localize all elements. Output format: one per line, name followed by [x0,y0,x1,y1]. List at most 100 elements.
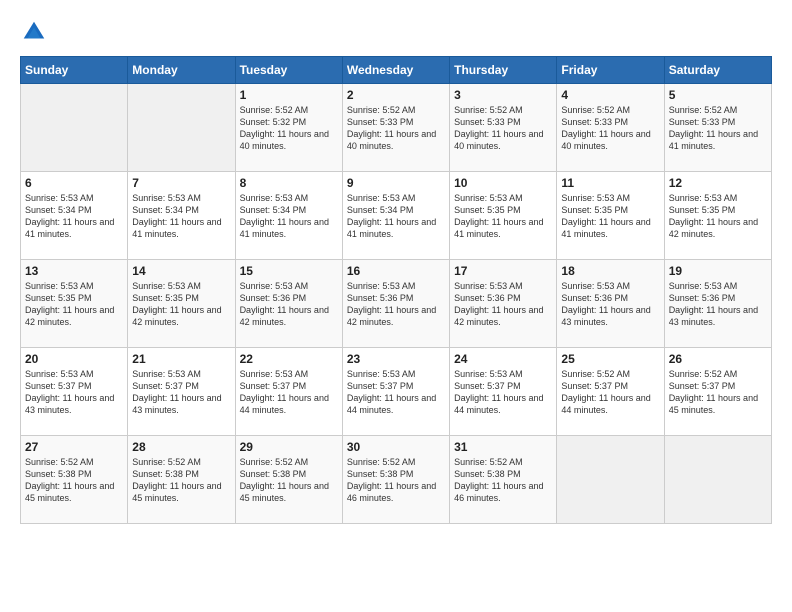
day-number: 27 [25,440,123,454]
header [20,18,772,46]
day-number: 4 [561,88,659,102]
calendar-cell: 14 Sunrise: 5:53 AM Sunset: 5:35 PM Dayli… [128,260,235,348]
calendar-cell: 24Sunrise: 5:53 AM Sunset: 5:37 PM Dayli… [450,348,557,436]
cell-details: Sunrise: 5:52 AM Sunset: 5:33 PM Dayligh… [561,104,659,153]
day-number: 15 [240,264,338,278]
cell-details: Sunrise: 5:53 AM Sunset: 5:37 PM Dayligh… [347,368,445,417]
day-number: 19 [669,264,767,278]
cell-details: Sunrise: 5:53 AM Sunset: 5:36 PM Dayligh… [347,280,445,329]
calendar-cell [557,436,664,524]
calendar-cell: 4 Sunrise: 5:52 AM Sunset: 5:33 PM Daylig… [557,84,664,172]
weekday-header: Tuesday [235,57,342,84]
calendar-cell: 26 Sunrise: 5:52 AM Sunset: 5:37 PM Dayli… [664,348,771,436]
logo [20,18,52,46]
day-number: 16 [347,264,445,278]
calendar-cell [664,436,771,524]
logo-icon [20,18,48,46]
calendar-cell: 21 Sunrise: 5:53 AM Sunset: 5:37 PM Dayli… [128,348,235,436]
day-number: 21 [132,352,230,366]
calendar-cell: 31 Sunrise: 5:52 AM Sunset: 5:38 PM Dayli… [450,436,557,524]
day-number: 20 [25,352,123,366]
calendar-cell: 5 Sunrise: 5:52 AM Sunset: 5:33 PM Daylig… [664,84,771,172]
day-number: 26 [669,352,767,366]
cell-details: Sunrise: 5:52 AM Sunset: 5:33 PM Dayligh… [347,104,445,153]
calendar-cell: 9 Sunrise: 5:53 AM Sunset: 5:34 PM Daylig… [342,172,449,260]
day-number: 3 [454,88,552,102]
cell-details: Sunrise: 5:53 AM Sunset: 5:34 PM Dayligh… [25,192,123,241]
day-number: 2 [347,88,445,102]
day-number: 6 [25,176,123,190]
calendar-week-row: 20 Sunrise: 5:53 AM Sunset: 5:37 PM Dayli… [21,348,772,436]
calendar-cell: 15 Sunrise: 5:53 AM Sunset: 5:36 PM Dayli… [235,260,342,348]
weekday-header: Sunday [21,57,128,84]
cell-details: Sunrise: 5:52 AM Sunset: 5:32 PM Dayligh… [240,104,338,153]
day-number: 29 [240,440,338,454]
day-number: 5 [669,88,767,102]
cell-details: Sunrise: 5:52 AM Sunset: 5:38 PM Dayligh… [25,456,123,505]
cell-details: Sunrise: 5:52 AM Sunset: 5:38 PM Dayligh… [347,456,445,505]
cell-details: Sunrise: 5:53 AM Sunset: 5:34 PM Dayligh… [240,192,338,241]
calendar-cell: 18 Sunrise: 5:53 AM Sunset: 5:36 PM Dayli… [557,260,664,348]
calendar-cell: 28 Sunrise: 5:52 AM Sunset: 5:38 PM Dayli… [128,436,235,524]
day-number: 10 [454,176,552,190]
calendar-cell: 20 Sunrise: 5:53 AM Sunset: 5:37 PM Dayli… [21,348,128,436]
cell-details: Sunrise: 5:52 AM Sunset: 5:33 PM Dayligh… [454,104,552,153]
day-number: 12 [669,176,767,190]
calendar-cell: 19 Sunrise: 5:53 AM Sunset: 5:36 PM Dayli… [664,260,771,348]
calendar-week-row: 6 Sunrise: 5:53 AM Sunset: 5:34 PM Daylig… [21,172,772,260]
cell-details: Sunrise: 5:53 AM Sunset: 5:36 PM Dayligh… [561,280,659,329]
day-number: 23 [347,352,445,366]
calendar-cell: 17Sunrise: 5:53 AM Sunset: 5:36 PM Dayli… [450,260,557,348]
calendar-cell: 27 Sunrise: 5:52 AM Sunset: 5:38 PM Dayli… [21,436,128,524]
calendar-cell: 25Sunrise: 5:52 AM Sunset: 5:37 PM Dayli… [557,348,664,436]
calendar-cell: 6 Sunrise: 5:53 AM Sunset: 5:34 PM Daylig… [21,172,128,260]
cell-details: Sunrise: 5:53 AM Sunset: 5:37 PM Dayligh… [25,368,123,417]
calendar-cell: 11 Sunrise: 5:53 AM Sunset: 5:35 PM Dayli… [557,172,664,260]
day-number: 25 [561,352,659,366]
calendar-header-row: SundayMondayTuesdayWednesdayThursdayFrid… [21,57,772,84]
calendar-week-row: 13Sunrise: 5:53 AM Sunset: 5:35 PM Dayli… [21,260,772,348]
cell-details: Sunrise: 5:53 AM Sunset: 5:35 PM Dayligh… [454,192,552,241]
day-number: 1 [240,88,338,102]
day-number: 18 [561,264,659,278]
day-number: 17 [454,264,552,278]
calendar-table: SundayMondayTuesdayWednesdayThursdayFrid… [20,56,772,524]
cell-details: Sunrise: 5:53 AM Sunset: 5:34 PM Dayligh… [347,192,445,241]
calendar-cell: 8 Sunrise: 5:53 AM Sunset: 5:34 PM Daylig… [235,172,342,260]
cell-details: Sunrise: 5:53 AM Sunset: 5:35 PM Dayligh… [561,192,659,241]
calendar-cell [128,84,235,172]
day-number: 28 [132,440,230,454]
day-number: 22 [240,352,338,366]
cell-details: Sunrise: 5:52 AM Sunset: 5:38 PM Dayligh… [132,456,230,505]
cell-details: Sunrise: 5:53 AM Sunset: 5:35 PM Dayligh… [669,192,767,241]
page: SundayMondayTuesdayWednesdayThursdayFrid… [0,0,792,612]
weekday-header: Monday [128,57,235,84]
day-number: 14 [132,264,230,278]
calendar-week-row: 27 Sunrise: 5:52 AM Sunset: 5:38 PM Dayli… [21,436,772,524]
cell-details: Sunrise: 5:53 AM Sunset: 5:36 PM Dayligh… [240,280,338,329]
calendar-cell: 23 Sunrise: 5:53 AM Sunset: 5:37 PM Dayli… [342,348,449,436]
day-number: 24 [454,352,552,366]
weekday-header: Saturday [664,57,771,84]
cell-details: Sunrise: 5:53 AM Sunset: 5:37 PM Dayligh… [240,368,338,417]
day-number: 9 [347,176,445,190]
cell-details: Sunrise: 5:53 AM Sunset: 5:35 PM Dayligh… [132,280,230,329]
cell-details: Sunrise: 5:52 AM Sunset: 5:37 PM Dayligh… [669,368,767,417]
day-number: 30 [347,440,445,454]
cell-details: Sunrise: 5:52 AM Sunset: 5:38 PM Dayligh… [454,456,552,505]
calendar-cell: 16 Sunrise: 5:53 AM Sunset: 5:36 PM Dayli… [342,260,449,348]
cell-details: Sunrise: 5:53 AM Sunset: 5:34 PM Dayligh… [132,192,230,241]
cell-details: Sunrise: 5:53 AM Sunset: 5:37 PM Dayligh… [132,368,230,417]
day-number: 8 [240,176,338,190]
calendar-cell: 3 Sunrise: 5:52 AM Sunset: 5:33 PM Daylig… [450,84,557,172]
cell-details: Sunrise: 5:53 AM Sunset: 5:36 PM Dayligh… [669,280,767,329]
calendar-cell: 12 Sunrise: 5:53 AM Sunset: 5:35 PM Dayli… [664,172,771,260]
calendar-cell: 22 Sunrise: 5:53 AM Sunset: 5:37 PM Dayli… [235,348,342,436]
calendar-cell: 7Sunrise: 5:53 AM Sunset: 5:34 PM Daylig… [128,172,235,260]
day-number: 31 [454,440,552,454]
cell-details: Sunrise: 5:53 AM Sunset: 5:35 PM Dayligh… [25,280,123,329]
calendar-cell: 1 Sunrise: 5:52 AM Sunset: 5:32 PM Daylig… [235,84,342,172]
calendar-cell: 29Sunrise: 5:52 AM Sunset: 5:38 PM Dayli… [235,436,342,524]
cell-details: Sunrise: 5:52 AM Sunset: 5:33 PM Dayligh… [669,104,767,153]
day-number: 11 [561,176,659,190]
